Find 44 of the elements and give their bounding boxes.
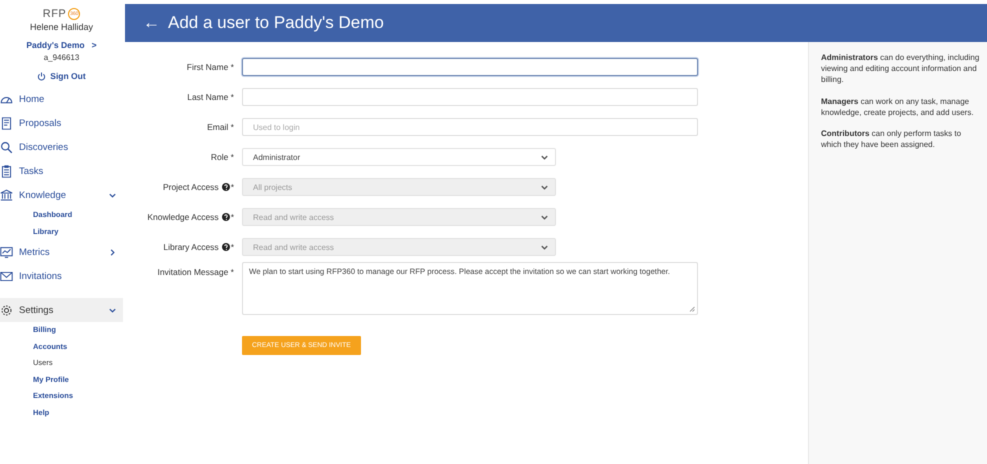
bank-icon	[0, 188, 13, 202]
field-label: Invitation Message *	[157, 267, 234, 277]
role-description: Contributors can only perform tasks to which they have been assigned.	[821, 128, 962, 150]
nav-item[interactable]: Metrics	[0, 240, 123, 264]
chevron-down-icon	[540, 152, 549, 162]
role-description: Administrators can do everything, including viewing and editing account information and billing.	[821, 52, 980, 86]
field-label: Role *	[210, 152, 234, 162]
sign-out-link[interactable]: Sign Out	[37, 71, 86, 81]
field-label: Last Name *	[187, 92, 234, 102]
field-label: Email *	[207, 122, 234, 132]
nav-item[interactable]: Discoveries	[0, 135, 123, 159]
chevron-down-icon	[540, 212, 549, 222]
nav-item[interactable]: Tasks	[0, 159, 123, 183]
back-arrow[interactable]: ←	[143, 13, 160, 33]
user-name: Helene Halliday	[28, 22, 94, 32]
required-mark: *	[230, 212, 234, 222]
mail-icon	[0, 270, 13, 282]
account-link[interactable]: Paddy's Demo >	[26, 40, 97, 50]
required-mark: *	[230, 242, 234, 252]
settings-icon	[0, 304, 13, 316]
field-label: Library Access	[163, 242, 219, 252]
nav-item[interactable]: Proposals	[0, 111, 123, 135]
account-id: a_946613	[42, 53, 80, 62]
required-mark: *	[230, 182, 234, 192]
chart-icon	[0, 246, 13, 258]
role-description: Managers can work on any task, manage knowledge, create projects, and add users.	[821, 96, 975, 118]
clipboard-icon	[0, 164, 13, 178]
field-label: Project Access	[162, 182, 219, 192]
text-field[interactable]	[242, 58, 698, 76]
resize-handle-icon[interactable]	[689, 306, 695, 312]
nav-item[interactable]: Invitations	[0, 264, 123, 288]
select-field[interactable]: Administrator	[242, 148, 556, 166]
search-icon	[0, 140, 13, 154]
nav-item[interactable]: Settings	[0, 298, 123, 322]
field-label: First Name *	[186, 62, 234, 72]
chevron-down-icon	[540, 182, 549, 192]
logo-text: RFP	[42, 8, 66, 20]
document-icon	[0, 116, 13, 130]
field-label: Knowledge Access	[147, 212, 219, 222]
nav-item[interactable]: Knowledge	[0, 183, 123, 207]
power-icon	[37, 72, 46, 80]
nav-item[interactable]: Home	[0, 87, 123, 111]
page-title: Add a user to Paddy's Demo	[168, 13, 384, 33]
chevron-down-icon	[540, 242, 549, 252]
